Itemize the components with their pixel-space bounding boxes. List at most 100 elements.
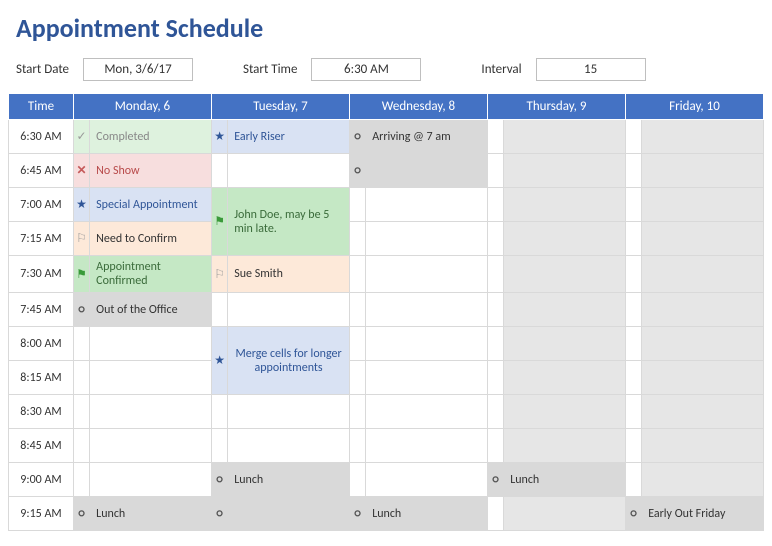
empty-icon[interactable] — [349, 327, 365, 361]
appt-cell[interactable]: Early Out Friday — [642, 497, 764, 531]
empty-icon[interactable] — [349, 293, 365, 327]
star-icon[interactable]: ★ — [211, 120, 227, 154]
appt-cell[interactable] — [504, 361, 626, 395]
empty-icon[interactable] — [73, 327, 89, 361]
appt-cell[interactable] — [504, 188, 626, 222]
appt-cell[interactable] — [228, 154, 350, 188]
appt-cell[interactable] — [90, 429, 212, 463]
empty-icon[interactable] — [625, 361, 641, 395]
appt-cell[interactable] — [366, 395, 488, 429]
appt-cell[interactable] — [228, 429, 350, 463]
empty-icon[interactable] — [487, 222, 503, 256]
appt-cell[interactable] — [366, 154, 488, 188]
circle-icon[interactable] — [73, 497, 89, 531]
appt-cell[interactable] — [90, 463, 212, 497]
interval-input[interactable]: 15 — [536, 58, 646, 81]
empty-icon[interactable] — [211, 395, 227, 429]
appt-cell[interactable] — [504, 497, 626, 531]
appt-cell[interactable]: Arriving @ 7 am — [366, 120, 488, 154]
appt-cell[interactable]: Completed — [90, 120, 212, 154]
empty-icon[interactable] — [211, 154, 227, 188]
flag-white-icon[interactable] — [73, 222, 89, 256]
empty-icon[interactable] — [487, 497, 503, 531]
appt-cell[interactable] — [366, 222, 488, 256]
circle-icon[interactable] — [487, 463, 503, 497]
appt-cell[interactable] — [90, 361, 212, 395]
empty-icon[interactable] — [73, 361, 89, 395]
empty-icon[interactable] — [349, 222, 365, 256]
appt-cell[interactable] — [642, 293, 764, 327]
appt-cell[interactable] — [642, 154, 764, 188]
empty-icon[interactable] — [349, 256, 365, 293]
flag-green-icon[interactable] — [211, 188, 227, 256]
empty-icon[interactable] — [349, 463, 365, 497]
appt-cell[interactable] — [642, 222, 764, 256]
appt-cell[interactable] — [90, 395, 212, 429]
appt-cell[interactable] — [642, 256, 764, 293]
appt-cell[interactable] — [504, 256, 626, 293]
appt-cell[interactable] — [642, 361, 764, 395]
appt-cell[interactable]: Special Appointment — [90, 188, 212, 222]
appt-cell[interactable] — [504, 154, 626, 188]
empty-icon[interactable] — [349, 429, 365, 463]
appt-cell[interactable] — [366, 293, 488, 327]
circle-icon[interactable] — [211, 497, 227, 531]
empty-icon[interactable] — [487, 361, 503, 395]
empty-icon[interactable] — [211, 429, 227, 463]
empty-icon[interactable] — [349, 395, 365, 429]
appt-cell[interactable] — [504, 222, 626, 256]
appt-cell[interactable] — [366, 188, 488, 222]
empty-icon[interactable] — [625, 429, 641, 463]
appt-cell[interactable] — [366, 463, 488, 497]
appt-cell[interactable] — [366, 327, 488, 361]
appt-cell[interactable] — [504, 293, 626, 327]
appt-cell[interactable] — [228, 497, 350, 531]
empty-icon[interactable] — [625, 463, 641, 497]
appt-cell[interactable]: Lunch — [228, 463, 350, 497]
circle-icon[interactable] — [349, 154, 365, 188]
appt-cell[interactable]: Need to Confirm — [90, 222, 212, 256]
appt-cell[interactable] — [642, 188, 764, 222]
appt-cell[interactable]: Lunch — [504, 463, 626, 497]
circle-icon[interactable] — [625, 497, 641, 531]
star-icon[interactable]: ★ — [73, 188, 89, 222]
empty-icon[interactable] — [625, 327, 641, 361]
appt-cell[interactable] — [642, 429, 764, 463]
empty-icon[interactable] — [625, 188, 641, 222]
appt-cell[interactable] — [90, 327, 212, 361]
empty-icon[interactable] — [73, 395, 89, 429]
appt-cell[interactable] — [228, 395, 350, 429]
flag-white-icon[interactable] — [211, 256, 227, 293]
appt-cell[interactable]: John Doe, may be 5 min late. — [228, 188, 350, 256]
empty-icon[interactable] — [487, 154, 503, 188]
appt-cell[interactable] — [504, 429, 626, 463]
empty-icon[interactable] — [73, 463, 89, 497]
appt-cell[interactable]: Lunch — [90, 497, 212, 531]
appt-cell[interactable] — [228, 293, 350, 327]
circle-icon[interactable] — [349, 497, 365, 531]
appt-cell[interactable] — [366, 429, 488, 463]
appt-cell[interactable]: Out of the Office — [90, 293, 212, 327]
appt-cell[interactable]: No Show — [90, 154, 212, 188]
circle-icon[interactable] — [349, 120, 365, 154]
appt-cell[interactable]: Appointment Confirmed — [90, 256, 212, 293]
empty-icon[interactable] — [73, 429, 89, 463]
empty-icon[interactable] — [349, 361, 365, 395]
appt-cell[interactable] — [504, 395, 626, 429]
appt-cell[interactable]: Lunch — [366, 497, 488, 531]
star-icon[interactable]: ★ — [211, 327, 227, 395]
empty-icon[interactable] — [211, 293, 227, 327]
appt-cell[interactable]: Sue Smith — [228, 256, 350, 293]
empty-icon[interactable] — [625, 293, 641, 327]
empty-icon[interactable] — [625, 395, 641, 429]
appt-cell[interactable]: Early Riser — [228, 120, 350, 154]
empty-icon[interactable] — [625, 154, 641, 188]
appt-cell[interactable] — [642, 463, 764, 497]
appt-cell[interactable] — [504, 120, 626, 154]
flag-green-icon[interactable] — [73, 256, 89, 293]
empty-icon[interactable] — [625, 256, 641, 293]
empty-icon[interactable] — [487, 120, 503, 154]
start-date-input[interactable]: Mon, 3/6/17 — [83, 58, 193, 81]
start-time-input[interactable]: 6:30 AM — [311, 58, 421, 81]
empty-icon[interactable] — [349, 188, 365, 222]
